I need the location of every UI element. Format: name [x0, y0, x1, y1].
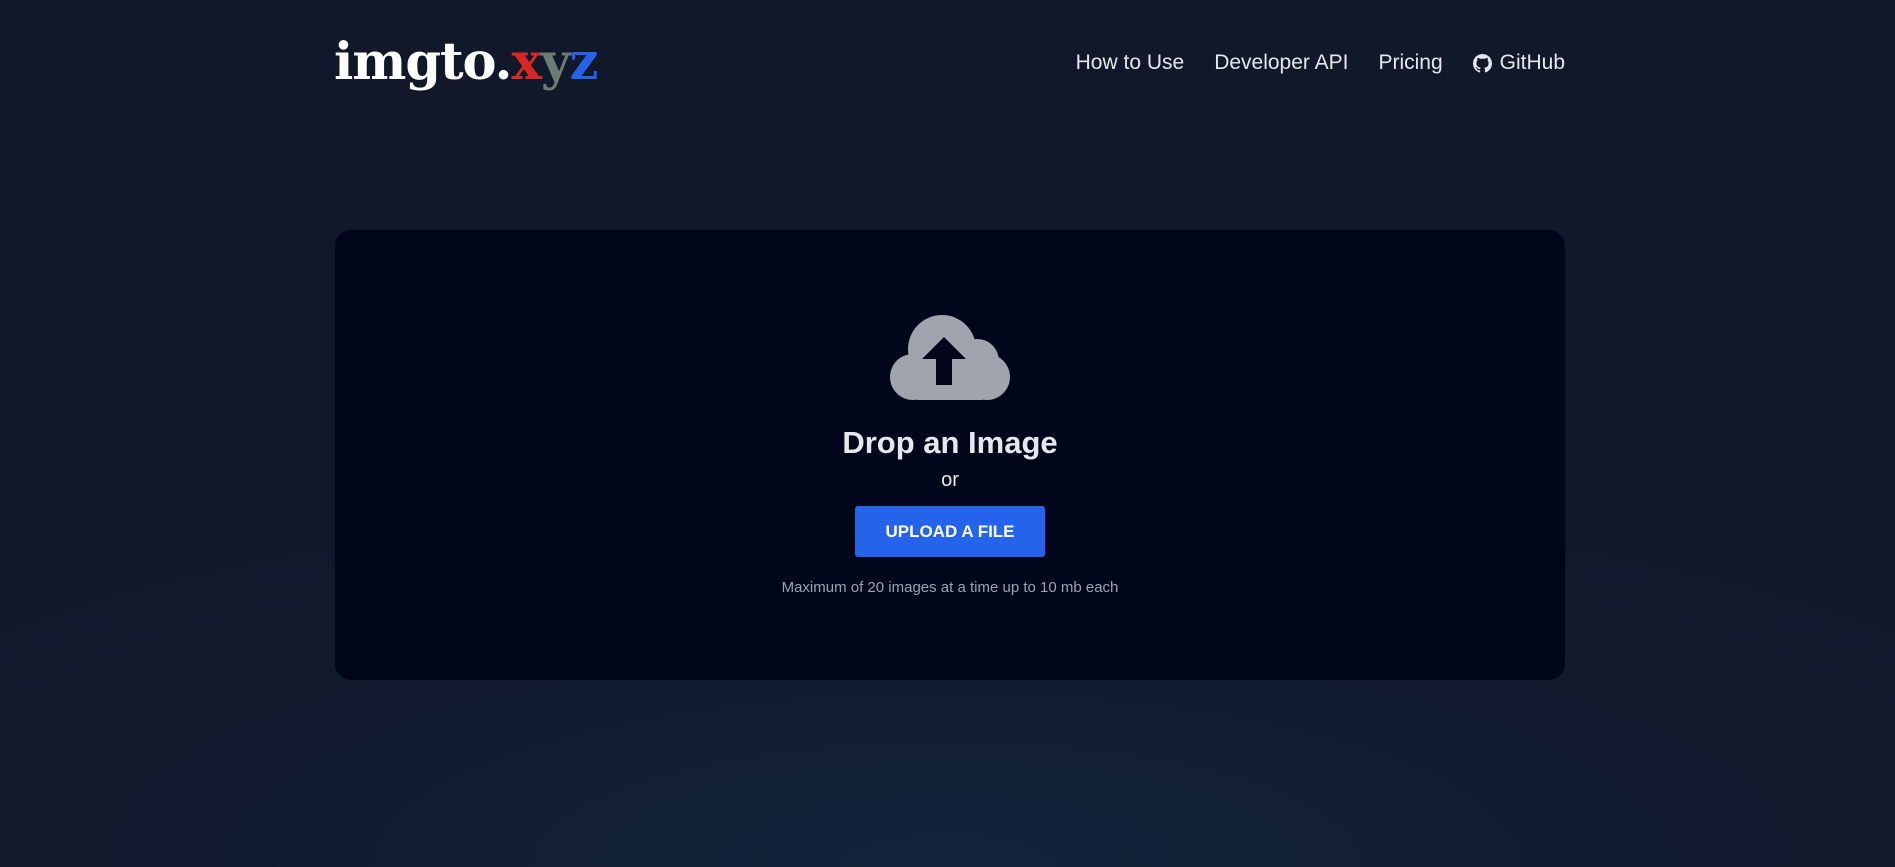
nav-developer-api[interactable]: Developer API	[1214, 51, 1348, 75]
nav-github[interactable]: GitHub	[1472, 51, 1565, 75]
logo-letter-x: x	[511, 31, 541, 92]
cloud-upload-icon	[890, 315, 1010, 400]
nav-pricing[interactable]: Pricing	[1378, 51, 1442, 75]
image-dropzone[interactable]: Drop an Image or UPLOAD A FILE Maximum o…	[335, 230, 1565, 680]
or-separator: or	[941, 469, 959, 491]
main-nav: How to Use Developer API Pricing GitHub	[1076, 51, 1565, 75]
nav-github-label: GitHub	[1499, 51, 1565, 74]
nav-how-to-use[interactable]: How to Use	[1076, 51, 1185, 75]
site-logo[interactable]: imgto.xyz	[334, 36, 598, 88]
logo-letter-z: z	[569, 31, 598, 92]
site-header: imgto.xyz How to Use Developer API Prici…	[334, 0, 1565, 126]
dropzone-title: Drop an Image	[842, 425, 1058, 460]
github-icon	[1472, 53, 1492, 73]
upload-file-button[interactable]: UPLOAD A FILE	[855, 506, 1045, 557]
upload-limit-note: Maximum of 20 images at a time up to 10 …	[781, 579, 1119, 596]
logo-text: imgto.	[334, 31, 512, 92]
logo-letter-y: y	[540, 31, 571, 92]
